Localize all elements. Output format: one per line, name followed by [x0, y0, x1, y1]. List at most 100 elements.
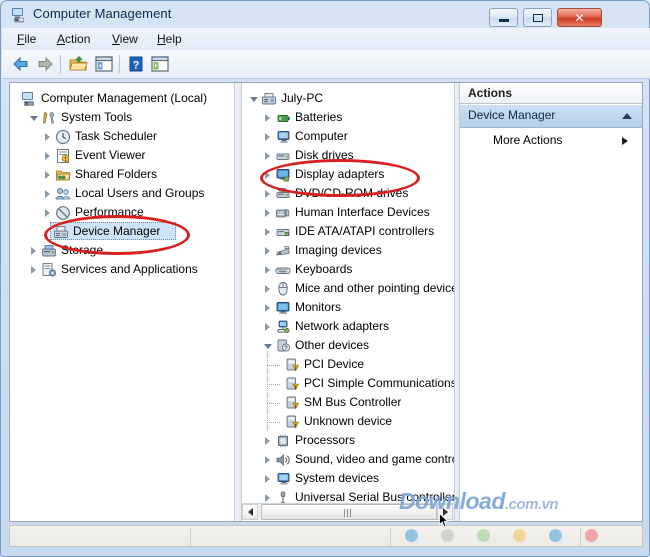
twisty-collapsed-icon[interactable] — [262, 241, 273, 260]
dot-red — [585, 529, 598, 542]
monitor-icon — [276, 302, 290, 314]
twisty-collapsed-icon[interactable] — [262, 165, 273, 184]
twisty-collapsed-icon[interactable] — [262, 184, 273, 203]
menu-item-help[interactable]: Help — [150, 31, 189, 47]
svg-text:?: ? — [133, 60, 140, 72]
battery-icon — [277, 115, 290, 122]
actions-group-device-manager[interactable]: Device Manager — [460, 105, 642, 128]
tree-label: Display adapters — [295, 167, 385, 181]
tree-label: Sound, video and game controllers — [295, 452, 454, 466]
tree-connector — [267, 403, 280, 404]
twisty-collapsed-icon[interactable] — [262, 222, 273, 241]
tree-label: Shared Folders — [75, 167, 158, 181]
back-button[interactable] — [11, 54, 31, 74]
twisty-collapsed-icon[interactable] — [262, 298, 273, 317]
close-button[interactable]: ✕ — [557, 8, 602, 27]
minimize-icon — [490, 9, 517, 26]
tree-label: Event Viewer — [75, 148, 146, 162]
device-tree-pane[interactable]: July-PC Batteries Computer Disk drives D… — [242, 83, 454, 521]
menu-item-view[interactable]: View — [105, 31, 145, 47]
tree-label: System devices — [295, 471, 380, 485]
dvd-icon — [276, 188, 290, 198]
tree-label: Device Manager — [73, 224, 161, 238]
twisty-expanded-icon[interactable] — [28, 108, 39, 127]
twisty-collapsed-icon[interactable] — [28, 260, 39, 279]
ide-icon — [276, 229, 290, 237]
storage-icon — [42, 245, 56, 257]
tree-label: Storage — [61, 243, 104, 257]
warning-device-icon — [286, 358, 300, 372]
twisty-collapsed-icon[interactable] — [42, 127, 53, 146]
tree-label: PCI Simple Communications Controller — [304, 376, 454, 390]
twisty-collapsed-icon[interactable] — [262, 317, 273, 336]
splitter-left[interactable] — [234, 83, 242, 521]
unknown-icon: ? — [277, 339, 291, 352]
dot-gray — [441, 529, 454, 542]
tree-label: System Tools — [61, 110, 133, 124]
tree-label: Processors — [295, 433, 356, 447]
twisty-collapsed-icon[interactable] — [262, 431, 273, 450]
show-hide-action-pane-button[interactable] — [150, 54, 170, 74]
twisty-expanded-icon[interactable] — [248, 89, 259, 108]
toolbar: ? — [2, 50, 650, 79]
tree-label: Imaging devices — [295, 243, 382, 257]
mouse-icon — [278, 282, 288, 296]
forward-button[interactable] — [35, 54, 55, 74]
scrollbar-thumb[interactable] — [261, 504, 437, 520]
twisty-collapsed-icon[interactable] — [262, 203, 273, 222]
title-bar[interactable]: Computer Management ✕ — [2, 2, 650, 28]
minimize-button[interactable] — [489, 8, 518, 27]
watermark-dots — [405, 529, 645, 543]
twisty-collapsed-icon[interactable] — [42, 165, 53, 184]
tree-label: PCI Device — [304, 357, 365, 371]
computer-management-window: Computer Management ✕ File Action View H… — [0, 0, 650, 557]
tree-item-device-manager[interactable]: Device Manager — [50, 222, 176, 240]
console-tree-pane[interactable]: Computer Management (Local) System Tools… — [10, 83, 234, 521]
twisty-collapsed-icon[interactable] — [262, 279, 273, 298]
svg-text:?: ? — [284, 346, 288, 352]
more-actions-item[interactable]: More Actions — [460, 131, 642, 151]
tree-label: Task Scheduler — [75, 129, 158, 143]
warning-device-icon — [286, 377, 300, 391]
tree-connector — [267, 365, 280, 366]
computer-management-icon — [12, 8, 24, 23]
disk-icon — [276, 153, 290, 160]
maximize-icon — [524, 9, 551, 26]
actions-group-label: Device Manager — [468, 108, 556, 122]
tree-label: Performance — [75, 205, 144, 219]
twisty-collapsed-icon[interactable] — [42, 146, 53, 165]
event-viewer-icon — [57, 149, 70, 163]
device-manager-icon — [54, 226, 68, 238]
mouse-cursor — [439, 513, 449, 528]
device-tree-horizontal-scrollbar[interactable] — [242, 503, 454, 520]
scroll-left-button[interactable] — [242, 504, 258, 520]
tree-label: Services and Applications — [61, 262, 198, 276]
system-icon — [277, 473, 290, 485]
twisty-collapsed-icon[interactable] — [262, 108, 273, 127]
twisty-collapsed-icon[interactable] — [42, 203, 53, 222]
menu-item-file[interactable]: File — [10, 31, 43, 47]
twisty-collapsed-icon[interactable] — [28, 241, 39, 260]
twisty-collapsed-icon[interactable] — [262, 450, 273, 469]
twisty-collapsed-icon[interactable] — [262, 146, 273, 165]
tree-label: Other devices — [295, 338, 370, 352]
pc-icon — [262, 93, 276, 105]
up-folder-button[interactable] — [68, 54, 88, 74]
tree-label: IDE ATA/ATAPI controllers — [295, 224, 435, 238]
twisty-collapsed-icon[interactable] — [262, 127, 273, 146]
twisty-collapsed-icon[interactable] — [262, 260, 273, 279]
tree-label: July-PC — [281, 91, 324, 105]
help-button[interactable]: ? — [126, 54, 146, 74]
clock-icon — [55, 129, 71, 145]
actions-header: Actions — [460, 83, 642, 104]
show-hide-console-tree-button[interactable] — [94, 54, 114, 74]
chevron-up-icon[interactable] — [622, 113, 632, 119]
maximize-button[interactable] — [523, 8, 552, 27]
menu-item-action[interactable]: Action — [50, 31, 97, 47]
tree-label: Local Users and Groups — [75, 186, 205, 200]
status-separator — [190, 528, 191, 546]
twisty-collapsed-icon[interactable] — [42, 184, 53, 203]
toolbar-separator-1 — [60, 55, 61, 73]
twisty-collapsed-icon[interactable] — [262, 469, 273, 488]
tree-connector — [267, 351, 268, 431]
